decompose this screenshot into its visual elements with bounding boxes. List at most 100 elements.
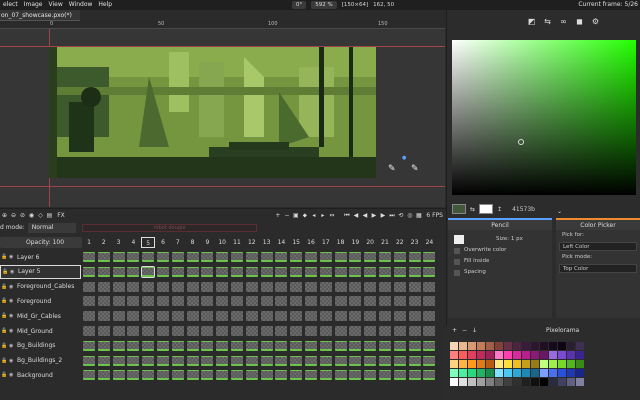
frame-number[interactable]: 19 xyxy=(348,237,362,248)
lock-icon[interactable]: 🔓 xyxy=(2,269,8,275)
palette-swatch[interactable] xyxy=(558,342,566,350)
cel[interactable] xyxy=(393,296,406,307)
cel[interactable] xyxy=(393,311,406,322)
palette-swatch[interactable] xyxy=(468,360,476,368)
palette-swatch[interactable] xyxy=(504,360,512,368)
palette-swatch[interactable] xyxy=(567,351,575,359)
palette-swatch[interactable] xyxy=(540,378,548,386)
cel[interactable] xyxy=(112,326,125,336)
frame-number[interactable]: 23 xyxy=(408,237,422,248)
palette-swatch[interactable] xyxy=(513,351,521,359)
cel[interactable] xyxy=(83,296,95,307)
remove-palette-icon[interactable]: − xyxy=(462,325,467,336)
cel[interactable] xyxy=(393,370,406,381)
frame-number[interactable]: 3 xyxy=(112,237,126,248)
cel[interactable] xyxy=(127,340,140,351)
cel[interactable] xyxy=(112,252,125,262)
cel[interactable] xyxy=(201,370,214,381)
cel[interactable] xyxy=(379,296,391,307)
palette-swatch[interactable] xyxy=(513,378,521,386)
merge-icon[interactable]: ◇ xyxy=(36,211,45,220)
cel[interactable] xyxy=(290,296,303,307)
cel[interactable] xyxy=(319,281,332,292)
cel[interactable] xyxy=(423,281,436,292)
cel[interactable] xyxy=(290,281,303,292)
cel[interactable] xyxy=(423,311,436,322)
palette-swatch[interactable] xyxy=(567,342,575,350)
cel[interactable] xyxy=(334,370,347,381)
cel[interactable] xyxy=(305,266,317,277)
cel[interactable] xyxy=(83,311,95,322)
mirror-icon[interactable]: ⇆ xyxy=(543,17,552,26)
palette-swatch[interactable] xyxy=(504,378,512,386)
pick-for-select[interactable]: Left Color xyxy=(559,242,637,251)
cel[interactable] xyxy=(127,355,140,366)
blend-mode-select[interactable]: Normal xyxy=(27,223,76,233)
cel[interactable] xyxy=(260,296,273,307)
cel[interactable] xyxy=(216,326,229,336)
frame-number[interactable]: 21 xyxy=(378,237,392,248)
palette-swatch[interactable] xyxy=(459,351,467,359)
cel[interactable] xyxy=(245,340,258,351)
cel[interactable] xyxy=(216,252,229,262)
frame-number[interactable]: 12 xyxy=(245,237,259,248)
palette-swatch[interactable] xyxy=(450,378,458,386)
cel[interactable] xyxy=(231,281,243,292)
palette-swatch[interactable] xyxy=(459,342,467,350)
cel[interactable] xyxy=(171,370,184,381)
cel[interactable] xyxy=(127,296,140,307)
layer-fx-icon[interactable]: ▤ xyxy=(45,211,54,220)
cel[interactable] xyxy=(186,281,199,292)
cel[interactable] xyxy=(127,266,140,277)
palette-swatch[interactable] xyxy=(549,351,557,359)
cel[interactable] xyxy=(186,340,199,351)
cel[interactable] xyxy=(157,326,169,336)
cel[interactable] xyxy=(97,252,110,262)
tag-icon[interactable]: ⬥ xyxy=(300,211,309,220)
cel[interactable] xyxy=(305,281,317,292)
cel[interactable] xyxy=(186,370,199,381)
cel[interactable] xyxy=(334,355,347,366)
cel[interactable] xyxy=(290,370,303,381)
cel[interactable] xyxy=(364,281,377,292)
cel[interactable] xyxy=(142,355,155,366)
palette-swatch[interactable] xyxy=(468,342,476,350)
cel[interactable] xyxy=(334,311,347,322)
frame-number[interactable]: 22 xyxy=(393,237,407,248)
palette-swatch[interactable] xyxy=(495,369,503,377)
prev-frame-icon[interactable]: ◀ xyxy=(351,211,360,220)
loop-icon[interactable]: ⟲ xyxy=(396,211,405,220)
menu-view[interactable]: View xyxy=(46,0,66,10)
cel[interactable] xyxy=(260,370,273,381)
cel[interactable] xyxy=(275,281,288,292)
cel[interactable] xyxy=(334,252,347,262)
cel[interactable] xyxy=(349,370,362,381)
cel[interactable] xyxy=(364,370,377,381)
cel[interactable] xyxy=(364,311,377,322)
cel[interactable] xyxy=(319,326,332,336)
palette-swatch[interactable] xyxy=(513,342,521,350)
secondary-color-swatch[interactable] xyxy=(479,204,494,214)
cel[interactable] xyxy=(260,311,273,322)
fps-field[interactable]: 6 FPS xyxy=(423,212,446,219)
palette-swatch[interactable] xyxy=(477,351,485,359)
cel[interactable] xyxy=(186,296,199,307)
palette-swatch[interactable] xyxy=(486,342,494,350)
cel[interactable] xyxy=(275,252,288,262)
cel[interactable] xyxy=(393,340,406,351)
cel[interactable] xyxy=(319,311,332,322)
palette-swatch[interactable] xyxy=(531,378,539,386)
hex-value[interactable]: 41573b xyxy=(512,206,535,213)
cel[interactable] xyxy=(142,340,155,351)
cel[interactable] xyxy=(142,296,155,307)
palette-swatch[interactable] xyxy=(576,351,584,359)
cel[interactable] xyxy=(379,266,391,277)
cel[interactable] xyxy=(290,311,303,322)
cel[interactable] xyxy=(393,326,406,336)
cel[interactable] xyxy=(97,340,110,351)
cel[interactable] xyxy=(231,311,243,322)
cel[interactable] xyxy=(216,370,229,381)
cel[interactable] xyxy=(408,266,421,277)
palette-swatch[interactable] xyxy=(549,369,557,377)
palette-swatch[interactable] xyxy=(522,351,530,359)
